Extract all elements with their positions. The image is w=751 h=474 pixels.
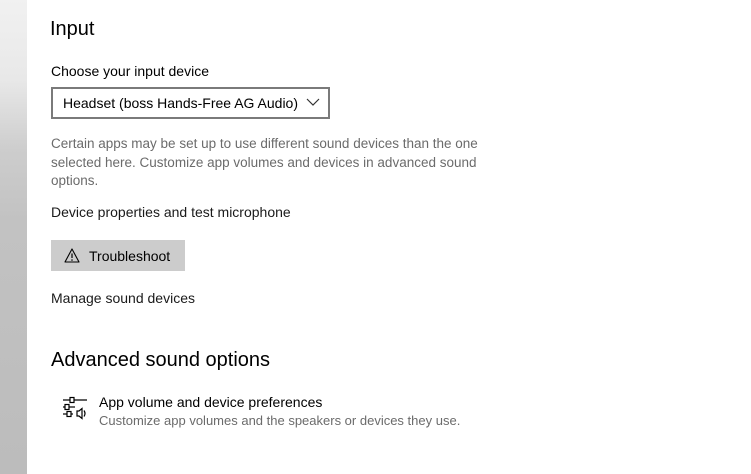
app-volume-item-title: App volume and device preferences (99, 394, 323, 410)
device-properties-link[interactable]: Device properties and test microphone (51, 203, 291, 221)
section-title-input: Input (50, 18, 95, 40)
settings-content: Input Choose your input device Headset (… (50, 0, 741, 474)
input-device-label: Choose your input device (51, 63, 209, 79)
troubleshoot-button[interactable]: Troubleshoot (51, 240, 185, 271)
input-device-description: Certain apps may be set up to use differ… (51, 136, 478, 188)
input-device-selected-value: Headset (boss Hands-Free AG Audio) (63, 95, 299, 111)
troubleshoot-button-label: Troubleshoot (89, 248, 171, 264)
section-title-advanced: Advanced sound options (51, 349, 271, 371)
app-volume-device-preferences-item[interactable]: App volume and device preferences Custom… (59, 390, 519, 434)
chevron-down-icon (306, 98, 320, 106)
app-volume-item-subtitle: Customize app volumes and the speakers o… (99, 413, 461, 428)
nav-pane-edge (0, 0, 27, 474)
manage-sound-devices-link[interactable]: Manage sound devices (51, 289, 195, 307)
warning-icon (64, 248, 80, 263)
mixer-sliders-icon (63, 396, 87, 420)
input-device-dropdown[interactable]: Headset (boss Hands-Free AG Audio) (51, 87, 330, 119)
